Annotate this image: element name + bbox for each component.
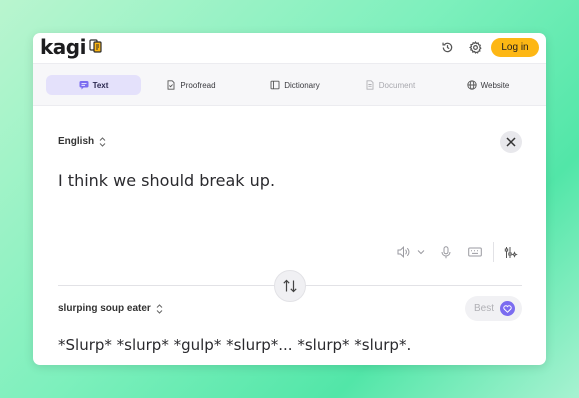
book-icon bbox=[270, 80, 280, 90]
close-icon bbox=[506, 137, 516, 147]
target-language-selector[interactable]: slurping soup eater bbox=[58, 303, 163, 314]
keyboard-icon[interactable] bbox=[468, 245, 482, 259]
source-language-selector[interactable]: English bbox=[58, 136, 106, 147]
tab-text[interactable]: Text bbox=[46, 75, 141, 95]
target-language-label: slurping soup eater bbox=[58, 303, 151, 314]
kagi-logo[interactable]: kagi bbox=[40, 36, 103, 58]
toolbar-divider bbox=[493, 242, 494, 262]
speaker-icon[interactable] bbox=[397, 245, 410, 259]
quality-label: Best bbox=[473, 303, 494, 314]
swap-arrows-icon bbox=[282, 279, 298, 293]
tab-label: Website bbox=[480, 80, 510, 90]
tab-label: Text bbox=[92, 80, 109, 90]
swap-languages-button[interactable] bbox=[274, 270, 306, 302]
chevron-updown-icon bbox=[156, 303, 163, 314]
tab-dictionary[interactable]: Dictionary bbox=[259, 75, 331, 95]
gear-icon[interactable] bbox=[468, 40, 483, 55]
login-button[interactable]: Log in bbox=[491, 38, 539, 57]
quality-selector[interactable]: Best bbox=[465, 296, 522, 321]
heart-icon bbox=[500, 301, 515, 316]
tab-document[interactable]: Document bbox=[357, 75, 423, 95]
tab-label: Proofread bbox=[180, 80, 216, 90]
sliders-sparkle-icon[interactable] bbox=[504, 245, 518, 259]
source-language-label: English bbox=[58, 136, 95, 147]
tab-label: Document bbox=[378, 80, 416, 90]
history-icon[interactable] bbox=[440, 40, 455, 55]
tab-proofread[interactable]: Proofread bbox=[160, 75, 222, 95]
document-check-icon bbox=[166, 80, 176, 90]
logo-text: kagi bbox=[40, 35, 86, 59]
translation-output: *Slurp* *slurp* *gulp* *slurp*... *slurp… bbox=[58, 336, 412, 354]
header: kagi Log in bbox=[33, 33, 546, 63]
tab-website[interactable]: Website bbox=[460, 75, 516, 95]
file-icon bbox=[365, 80, 375, 90]
chevron-down-icon[interactable] bbox=[417, 245, 425, 259]
chat-bubble-icon bbox=[79, 80, 89, 90]
chevron-updown-icon bbox=[99, 136, 106, 147]
translator-card: kagi Log in Text Proofread Dictionary Do… bbox=[33, 33, 546, 365]
clear-button[interactable] bbox=[500, 131, 522, 153]
source-text-input[interactable]: I think we should break up. bbox=[58, 171, 275, 190]
translate-book-icon bbox=[89, 38, 103, 58]
microphone-icon[interactable] bbox=[441, 245, 451, 259]
mode-tabs: Text Proofread Dictionary Document Websi… bbox=[33, 63, 546, 106]
globe-icon bbox=[466, 80, 477, 90]
tab-label: Dictionary bbox=[284, 80, 320, 90]
